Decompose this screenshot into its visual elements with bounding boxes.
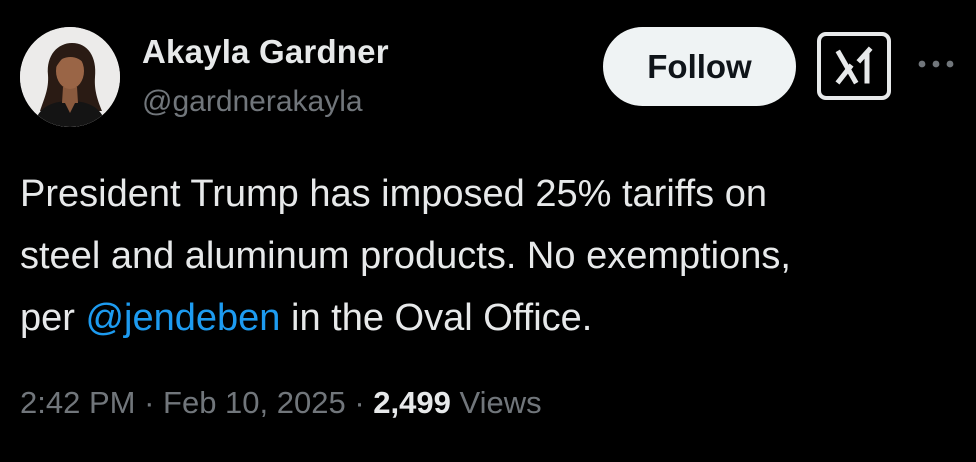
views-count: 2,499 xyxy=(373,385,451,420)
mention-link[interactable]: @jendeben xyxy=(85,297,280,339)
grok-button[interactable] xyxy=(817,32,891,100)
tweet-line-3: per @jendeben in the Oval Office. xyxy=(20,287,960,349)
meta-separator: · xyxy=(135,385,164,420)
tweet-time[interactable]: 2:42 PM xyxy=(20,385,135,420)
tweet-line-1: President Trump has imposed 25% tariffs … xyxy=(20,173,768,215)
views-label: Views xyxy=(450,385,542,420)
tweet-line-3-prefix: per xyxy=(20,297,86,339)
avatar[interactable] xyxy=(20,27,120,127)
tweet-card: Akayla Gardner @gardnerakayla Follow Pre… xyxy=(0,0,976,462)
tweet-date[interactable]: Feb 10, 2025 xyxy=(163,385,346,420)
tweet-text: President Trump has imposed 25% tariffs … xyxy=(20,163,960,349)
grok-icon xyxy=(835,46,873,85)
follow-button[interactable]: Follow xyxy=(603,27,796,106)
more-options-icon xyxy=(918,60,954,68)
more-options-button[interactable] xyxy=(914,52,958,76)
author-name[interactable]: Akayla Gardner xyxy=(142,33,389,71)
author-handle[interactable]: @gardnerakayla xyxy=(142,85,363,119)
tweet-line-2: steel and aluminum products. No exemptio… xyxy=(20,235,791,277)
tweet-line-3-suffix: in the Oval Office. xyxy=(280,297,593,339)
avatar-photo xyxy=(20,27,120,127)
tweet-meta: 2:42 PM · Feb 10, 2025 · 2,499 Views xyxy=(20,385,542,421)
meta-separator: · xyxy=(345,385,374,420)
